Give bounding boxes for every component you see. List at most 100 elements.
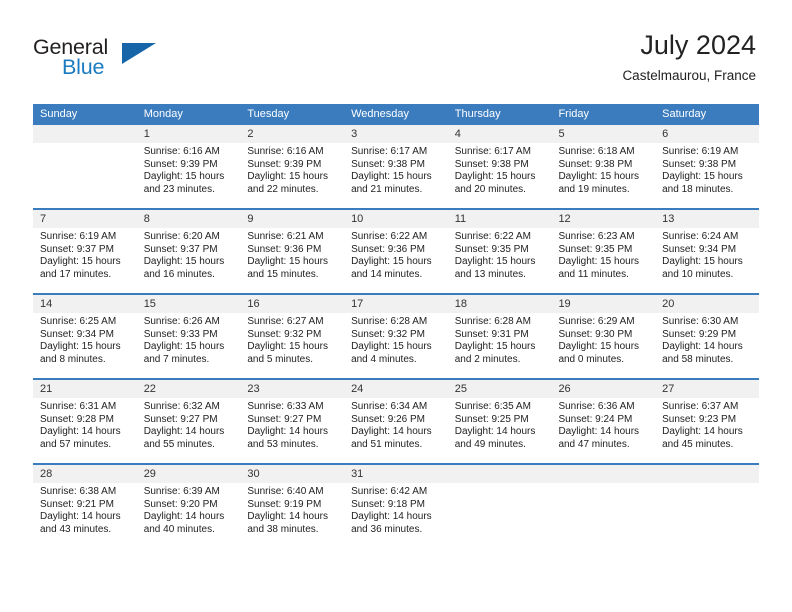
day-number[interactable]: 23: [240, 378, 345, 398]
daylight-text-line2: and 43 minutes.: [40, 523, 112, 535]
day-cell[interactable]: Sunrise: 6:38 AM Sunset: 9:21 PM Dayligh…: [33, 483, 137, 549]
day-cell[interactable]: Sunrise: 6:29 AM Sunset: 9:30 PM Dayligh…: [551, 313, 656, 379]
day-cell[interactable]: Sunrise: 6:17 AM Sunset: 9:38 PM Dayligh…: [344, 143, 448, 209]
day-number[interactable]: 21: [33, 378, 137, 398]
day-number[interactable]: 24: [344, 378, 448, 398]
day-number[interactable]: 18: [447, 293, 552, 313]
day-number[interactable]: 22: [136, 378, 241, 398]
day-cell[interactable]: Sunrise: 6:19 AM Sunset: 9:37 PM Dayligh…: [33, 228, 137, 294]
day-number[interactable]: 25: [447, 378, 552, 398]
week-row-daynums: 14 15 16 17 18 19 20: [33, 293, 759, 313]
day-cell[interactable]: Sunrise: 6:17 AM Sunset: 9:38 PM Dayligh…: [447, 143, 552, 209]
title-block: July 2024 Castelmaurou, France: [622, 28, 756, 84]
sunrise-text: Sunrise: 6:37 AM: [662, 401, 739, 412]
day-number[interactable]: 2: [240, 125, 345, 143]
day-number[interactable]: 7: [33, 208, 137, 228]
day-cell[interactable]: Sunrise: 6:39 AM Sunset: 9:20 PM Dayligh…: [136, 483, 241, 549]
day-number[interactable]: 30: [240, 463, 345, 483]
day-number[interactable]: 4: [447, 125, 552, 143]
sunrise-text: Sunrise: 6:21 AM: [247, 231, 324, 242]
sunset-text: Sunset: 9:20 PM: [143, 498, 218, 510]
day-cell[interactable]: Sunrise: 6:19 AM Sunset: 9:38 PM Dayligh…: [655, 143, 759, 209]
day-cell[interactable]: Sunrise: 6:30 AM Sunset: 9:29 PM Dayligh…: [655, 313, 759, 379]
daylight-text-line2: and 15 minutes.: [247, 268, 319, 280]
daylight-text-line2: and 23 minutes.: [143, 183, 215, 195]
day-number[interactable]: 3: [344, 125, 448, 143]
day-number[interactable]: 13: [655, 208, 759, 228]
day-cell[interactable]: Sunrise: 6:36 AM Sunset: 9:24 PM Dayligh…: [551, 398, 656, 464]
week-row-details: Sunrise: 6:31 AM Sunset: 9:28 PM Dayligh…: [33, 398, 759, 464]
day-cell[interactable]: Sunrise: 6:35 AM Sunset: 9:25 PM Dayligh…: [447, 398, 552, 464]
daylight-text-line1: Daylight: 15 hours: [143, 341, 225, 353]
day-cell[interactable]: Sunrise: 6:33 AM Sunset: 9:27 PM Dayligh…: [240, 398, 345, 464]
day-cell[interactable]: Sunrise: 6:34 AM Sunset: 9:26 PM Dayligh…: [344, 398, 448, 464]
day-number[interactable]: 5: [551, 125, 656, 143]
daylight-text-line2: and 10 minutes.: [662, 268, 734, 280]
sunset-text: Sunset: 9:36 PM: [351, 243, 425, 255]
daylight-text-line1: Daylight: 15 hours: [351, 171, 432, 183]
sunset-text: Sunset: 9:39 PM: [247, 158, 322, 170]
sunset-text: Sunset: 9:24 PM: [558, 413, 633, 425]
day-cell[interactable]: Sunrise: 6:28 AM Sunset: 9:32 PM Dayligh…: [344, 313, 448, 379]
day-number[interactable]: 19: [551, 293, 656, 313]
day-cell[interactable]: Sunrise: 6:22 AM Sunset: 9:36 PM Dayligh…: [344, 228, 448, 294]
sunset-text: Sunset: 9:38 PM: [558, 158, 633, 170]
daylight-text-line1: Daylight: 14 hours: [40, 511, 121, 523]
calendar-container: Sunday Monday Tuesday Wednesday Thursday…: [33, 104, 759, 549]
day-cell[interactable]: Sunrise: 6:37 AM Sunset: 9:23 PM Dayligh…: [655, 398, 759, 464]
day-cell[interactable]: Sunrise: 6:28 AM Sunset: 9:31 PM Dayligh…: [447, 313, 552, 379]
day-cell[interactable]: Sunrise: 6:16 AM Sunset: 9:39 PM Dayligh…: [240, 143, 345, 209]
general-blue-logo[interactable]: General Blue: [33, 36, 163, 82]
sunrise-text: Sunrise: 6:31 AM: [40, 401, 117, 412]
daylight-text-line2: and 0 minutes.: [558, 353, 625, 365]
weekday-header-thursday: Thursday: [447, 104, 552, 125]
day-cell[interactable]: Sunrise: 6:25 AM Sunset: 9:34 PM Dayligh…: [33, 313, 137, 379]
sunrise-text: Sunrise: 6:16 AM: [143, 146, 220, 157]
day-number[interactable]: 28: [33, 463, 137, 483]
day-number[interactable]: 15: [136, 293, 241, 313]
day-number[interactable]: 29: [136, 463, 241, 483]
day-number[interactable]: 8: [136, 208, 241, 228]
day-cell[interactable]: Sunrise: 6:21 AM Sunset: 9:36 PM Dayligh…: [240, 228, 345, 294]
day-cell[interactable]: Sunrise: 6:24 AM Sunset: 9:34 PM Dayligh…: [655, 228, 759, 294]
day-cell[interactable]: Sunrise: 6:16 AM Sunset: 9:39 PM Dayligh…: [136, 143, 241, 209]
day-cell[interactable]: Sunrise: 6:26 AM Sunset: 9:33 PM Dayligh…: [136, 313, 241, 379]
day-number[interactable]: 27: [655, 378, 759, 398]
day-number[interactable]: 17: [344, 293, 448, 313]
day-number[interactable]: 9: [240, 208, 345, 228]
daylight-text-line1: Daylight: 14 hours: [662, 426, 743, 438]
day-cell[interactable]: Sunrise: 6:31 AM Sunset: 9:28 PM Dayligh…: [33, 398, 137, 464]
sunrise-text: Sunrise: 6:25 AM: [40, 316, 117, 327]
day-number[interactable]: 14: [33, 293, 137, 313]
sunset-text: Sunset: 9:37 PM: [40, 243, 114, 255]
sunrise-text: Sunrise: 6:40 AM: [247, 486, 324, 497]
day-number[interactable]: 16: [240, 293, 345, 313]
daylight-text-line2: and 53 minutes.: [247, 438, 319, 450]
sunrise-text: Sunrise: 6:18 AM: [558, 146, 635, 157]
day-number[interactable]: 1: [136, 125, 241, 143]
day-cell[interactable]: Sunrise: 6:42 AM Sunset: 9:18 PM Dayligh…: [344, 483, 448, 549]
day-number[interactable]: 11: [447, 208, 552, 228]
day-number[interactable]: 20: [655, 293, 759, 313]
daylight-text-line1: Daylight: 15 hours: [143, 256, 225, 268]
day-cell[interactable]: Sunrise: 6:22 AM Sunset: 9:35 PM Dayligh…: [447, 228, 552, 294]
day-cell[interactable]: Sunrise: 6:23 AM Sunset: 9:35 PM Dayligh…: [551, 228, 656, 294]
day-number[interactable]: 31: [344, 463, 448, 483]
day-cell[interactable]: Sunrise: 6:18 AM Sunset: 9:38 PM Dayligh…: [551, 143, 656, 209]
daylight-text-line2: and 5 minutes.: [247, 353, 313, 365]
daylight-text-line1: Daylight: 14 hours: [40, 426, 121, 438]
daylight-text-line1: Daylight: 15 hours: [558, 256, 640, 268]
day-number[interactable]: 26: [551, 378, 656, 398]
day-cell[interactable]: Sunrise: 6:40 AM Sunset: 9:19 PM Dayligh…: [240, 483, 345, 549]
day-number[interactable]: 12: [551, 208, 656, 228]
day-cell[interactable]: Sunrise: 6:32 AM Sunset: 9:27 PM Dayligh…: [136, 398, 241, 464]
calendar-page: General Blue July 2024 Castelmaurou, Fra…: [0, 0, 792, 612]
daylight-text-line2: and 21 minutes.: [351, 183, 423, 195]
day-number[interactable]: 6: [655, 125, 759, 143]
sunset-text: Sunset: 9:25 PM: [454, 413, 529, 425]
sunrise-text: Sunrise: 6:20 AM: [143, 231, 220, 242]
day-number[interactable]: 10: [344, 208, 448, 228]
day-cell[interactable]: Sunrise: 6:27 AM Sunset: 9:32 PM Dayligh…: [240, 313, 345, 379]
sunset-text: Sunset: 9:38 PM: [662, 158, 737, 170]
day-cell[interactable]: Sunrise: 6:20 AM Sunset: 9:37 PM Dayligh…: [136, 228, 241, 294]
